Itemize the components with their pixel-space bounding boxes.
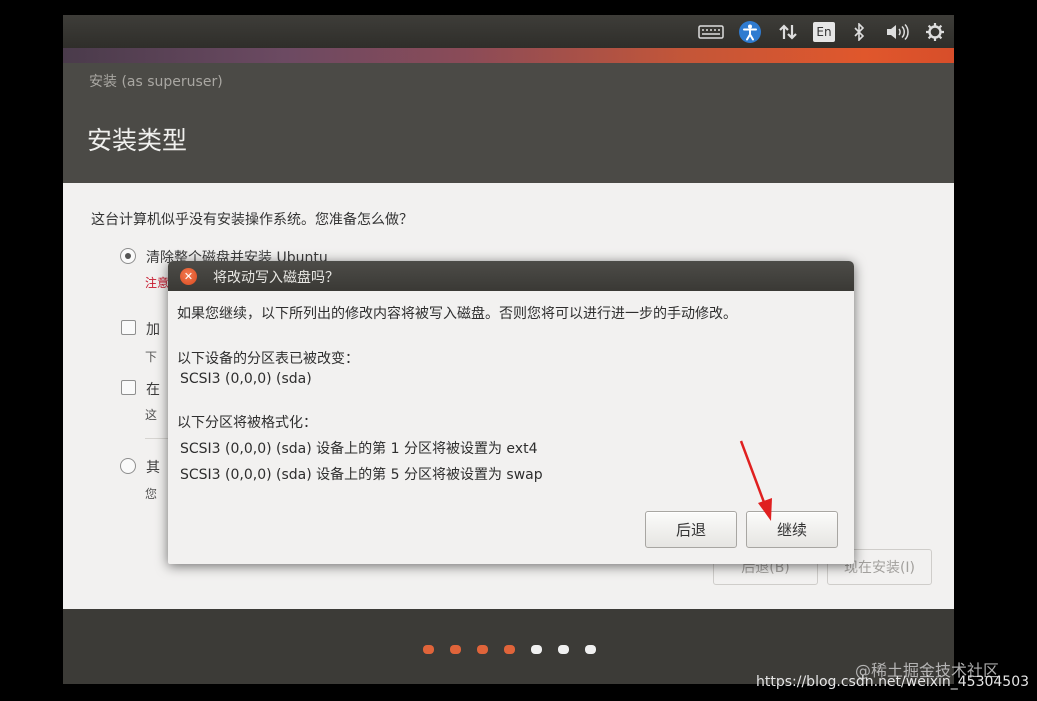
option-other-sub: 您 <box>145 487 158 501</box>
progress-dot-pending <box>531 645 542 654</box>
progress-dot-done <box>450 645 461 654</box>
write-changes-dialog: ✕ 将改动写入磁盘吗？ 如果您继续，以下所列出的修改内容将被写入磁盘。否则您将可… <box>168 261 854 564</box>
install-question: 这台计算机似乎没有安装操作系统。您准备怎么做？ <box>91 212 413 228</box>
accessibility-icon[interactable] <box>738 21 762 43</box>
option-erase-disk-radio[interactable] <box>120 248 136 264</box>
progress-dot-done <box>423 645 434 654</box>
option-lvm-checkbox[interactable] <box>121 380 136 395</box>
dialog-continue-button[interactable]: 继续 <box>746 511 838 548</box>
progress-dot-done <box>504 645 515 654</box>
option-lvm-sub: 这 <box>145 408 158 422</box>
keyboard-icon[interactable] <box>698 21 724 43</box>
progress-dot-pending <box>585 645 596 654</box>
option-erase-disk-note: 注意 <box>145 276 170 290</box>
language-indicator[interactable]: En <box>813 22 835 42</box>
close-icon[interactable]: ✕ <box>180 268 197 285</box>
top-panel: En <box>63 15 954 48</box>
accent-gradient-bar <box>63 48 954 63</box>
partition-table-device: SCSI3 (0,0,0) (sda) <box>180 371 312 387</box>
option-lvm-label[interactable]: 在 <box>146 379 160 399</box>
option-other-radio[interactable] <box>120 458 136 474</box>
page-title: 安装类型 <box>87 126 188 155</box>
progress-dot-pending <box>558 645 569 654</box>
partition-table-heading: 以下设备的分区表已被改变： <box>177 351 359 367</box>
format-item: SCSI3 (0,0,0) (sda) 设备上的第 5 分区将被设置为 swap <box>180 467 543 483</box>
format-item: SCSI3 (0,0,0) (sda) 设备上的第 1 分区将被设置为 ext4 <box>180 441 538 457</box>
installer-header: 安装 (as superuser) 安装类型 <box>63 63 954 183</box>
option-encrypt-checkbox[interactable] <box>121 320 136 335</box>
dialog-intro: 如果您继续，以下所列出的修改内容将被写入磁盘。否则您将可以进行进一步的手动修改。 <box>177 306 737 322</box>
option-other-label[interactable]: 其 <box>146 457 160 477</box>
volume-icon[interactable] <box>885 21 911 43</box>
dialog-title: 将改动写入磁盘吗？ <box>213 270 339 286</box>
csdn-watermark: https://blog.csdn.net/weixin_45304503 <box>756 674 1030 690</box>
window-title: 安装 (as superuser) <box>89 74 223 90</box>
dialog-titlebar: ✕ 将改动写入磁盘吗？ <box>168 261 854 291</box>
gear-power-icon[interactable] <box>925 21 945 43</box>
dialog-back-button[interactable]: 后退 <box>645 511 737 548</box>
option-encrypt-label[interactable]: 加 <box>146 319 160 339</box>
installer-footer <box>63 609 954 684</box>
network-updown-icon[interactable] <box>777 21 799 43</box>
bluetooth-icon[interactable] <box>851 21 867 43</box>
progress-dot-done <box>477 645 488 654</box>
option-encrypt-sub: 下 <box>145 350 158 364</box>
format-heading: 以下分区将被格式化： <box>177 415 317 431</box>
